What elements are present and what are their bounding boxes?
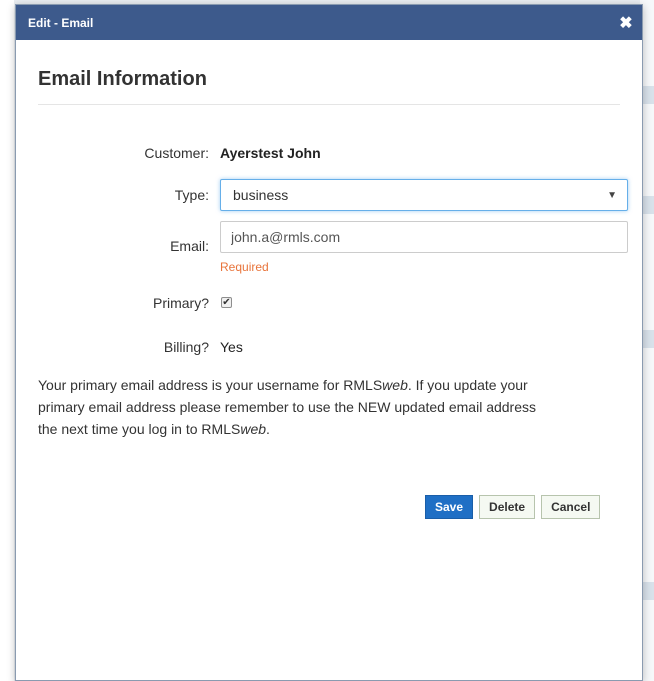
primary-email-note: Your primary email address is your usern…: [38, 374, 558, 440]
dialog-titlebar: Edit - Email ✖: [16, 5, 642, 40]
note-text: Your primary email address is your usern…: [38, 377, 383, 393]
note-brand: web: [382, 377, 408, 393]
customer-label: Customer:: [144, 145, 209, 161]
email-label: Email:: [170, 238, 209, 254]
section-heading: Email Information: [38, 40, 620, 105]
delete-button[interactable]: Delete: [479, 495, 536, 519]
email-field[interactable]: [220, 221, 628, 253]
background-app-left: [0, 0, 14, 681]
type-label: Type:: [174, 187, 209, 203]
edit-email-dialog: Edit - Email ✖ Email Information Custome…: [15, 4, 643, 681]
billing-value: Yes: [220, 339, 243, 355]
primary-checkbox[interactable]: ✔: [221, 297, 232, 308]
customer-value: Ayerstest John: [220, 145, 321, 161]
type-select[interactable]: business ▼: [220, 179, 628, 211]
chevron-down-icon: ▼: [607, 189, 617, 201]
note-brand: web: [240, 421, 267, 437]
primary-label: Primary?: [152, 295, 209, 311]
note-text: .: [266, 421, 270, 437]
dialog-content: Email Information: [16, 40, 642, 105]
close-icon[interactable]: ✖: [618, 15, 634, 32]
dialog-button-bar: Save Delete Cancel: [425, 495, 601, 519]
cancel-button[interactable]: Cancel: [541, 495, 601, 519]
type-select-value: business: [233, 187, 289, 203]
dialog-title: Edit - Email: [28, 15, 94, 30]
save-button[interactable]: Save: [425, 495, 474, 519]
billing-label: Billing?: [163, 339, 209, 355]
email-required-message: Required: [220, 260, 269, 274]
